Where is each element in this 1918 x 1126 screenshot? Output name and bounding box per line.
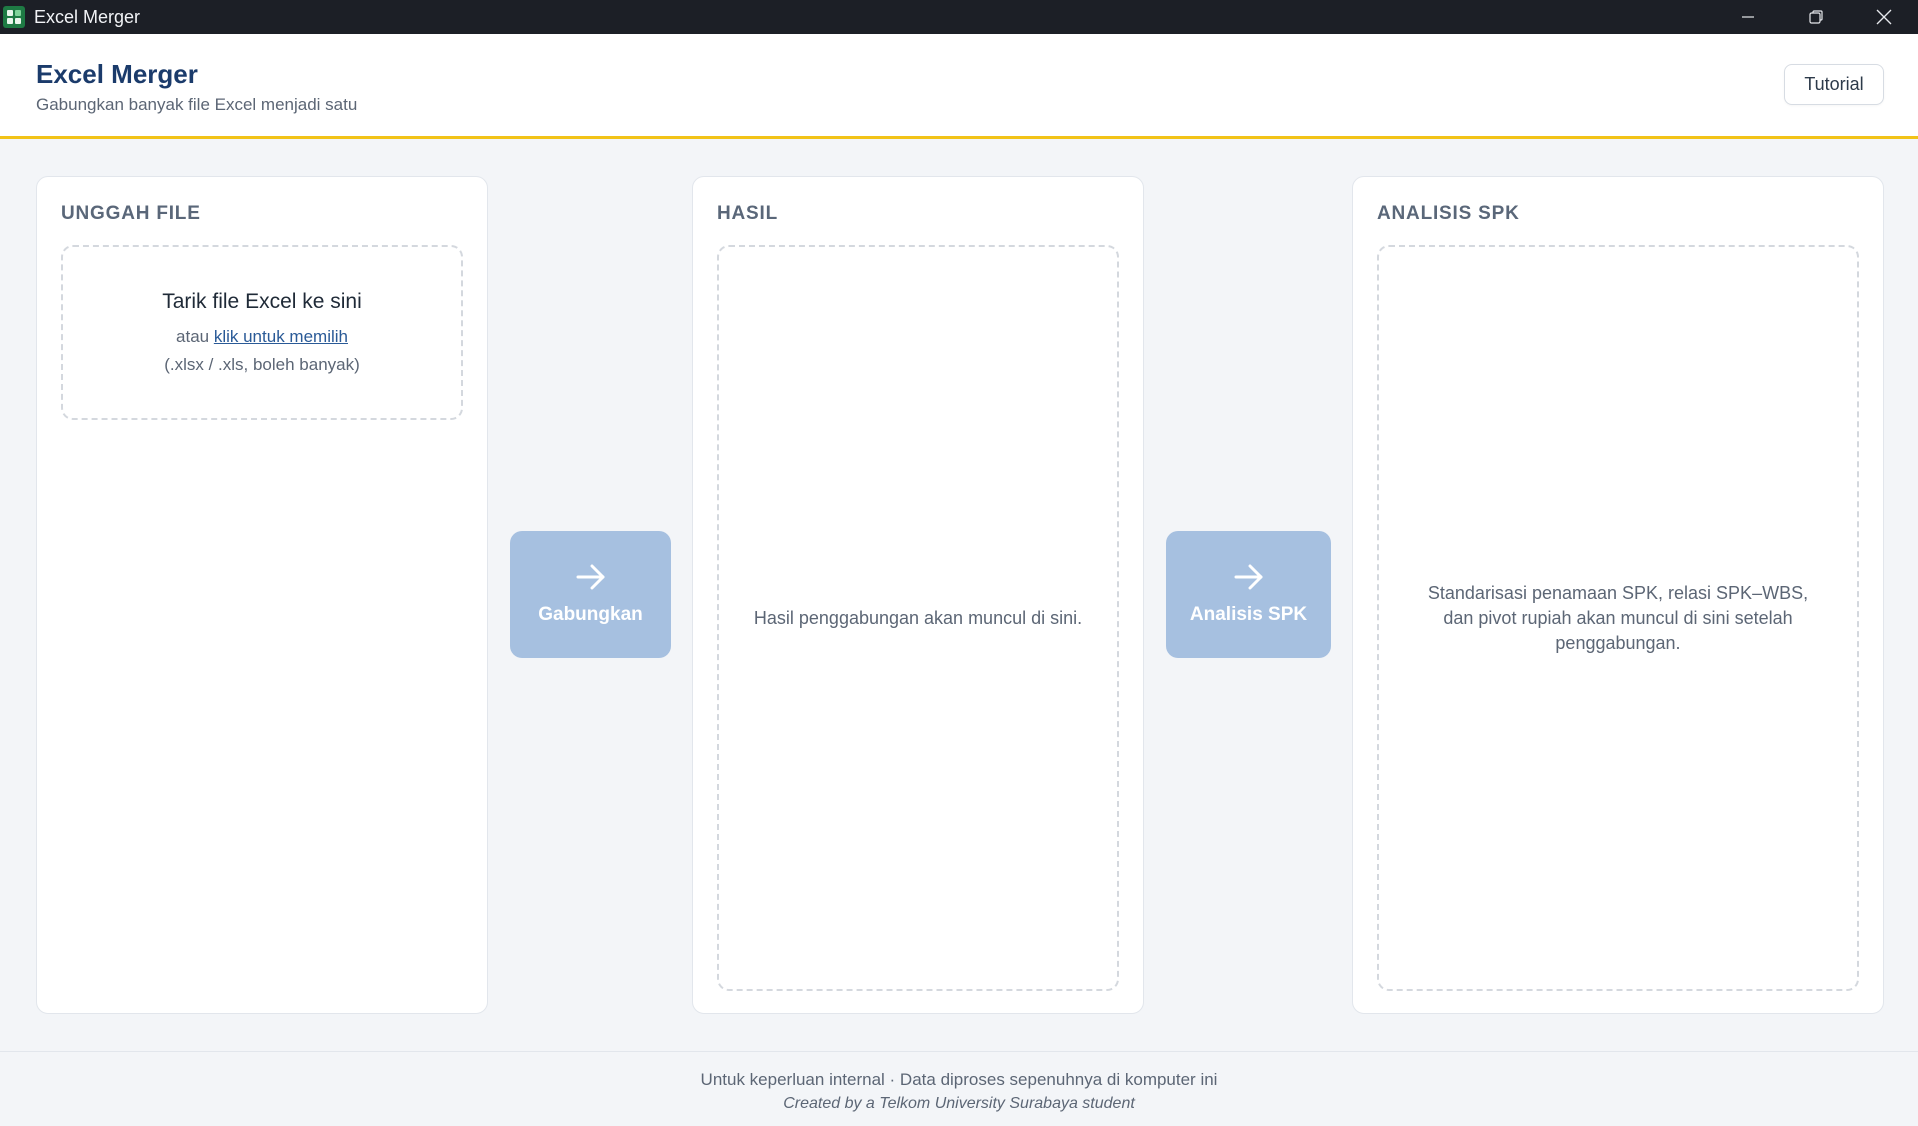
dropzone-title: Tarik file Excel ke sini bbox=[162, 290, 362, 313]
maximize-button[interactable] bbox=[1782, 0, 1850, 34]
close-icon bbox=[1876, 9, 1892, 25]
file-dropzone[interactable]: Tarik file Excel ke sini atau klik untuk… bbox=[61, 245, 463, 420]
app-header: Excel Merger Gabungkan banyak file Excel… bbox=[0, 34, 1918, 139]
dropzone-hint: (.xlsx / .xls, boleh banyak) bbox=[164, 355, 360, 374]
spk-heading: ANALISIS SPK bbox=[1377, 203, 1520, 224]
result-area: Hasil penggabungan akan muncul di sini. bbox=[717, 245, 1119, 991]
result-placeholder: Hasil penggabungan akan muncul di sini. bbox=[753, 607, 1083, 628]
arrow-right-icon bbox=[576, 564, 604, 589]
upload-heading: UNGGAH FILE bbox=[61, 203, 201, 224]
spk-result-area: Standarisasi penamaan SPK, relasi SPK–WB… bbox=[1377, 245, 1859, 991]
window-title: Excel Merger bbox=[34, 6, 141, 27]
result-heading: HASIL bbox=[717, 203, 778, 224]
choose-file-link[interactable]: klik untuk memilih bbox=[214, 327, 348, 346]
minimize-icon bbox=[1742, 16, 1754, 18]
app-subtitle: Gabungkan banyak file Excel menjadi satu bbox=[36, 95, 358, 114]
window-controls bbox=[1714, 0, 1918, 34]
analyze-spk-button-label: Analisis SPK bbox=[1189, 603, 1308, 625]
footer-credit: Created by a Telkom University Surabaya … bbox=[783, 1095, 1135, 1112]
window-titlebar: Excel Merger bbox=[0, 0, 1918, 34]
upload-panel: UNGGAH FILE Tarik file Excel ke sini ata… bbox=[36, 176, 488, 1014]
merge-button-label: Gabungkan bbox=[538, 603, 643, 625]
arrow-right-icon bbox=[1234, 564, 1262, 589]
tutorial-button[interactable]: Tutorial bbox=[1784, 64, 1884, 105]
minimize-button[interactable] bbox=[1714, 0, 1782, 34]
app-footer: Untuk keperluan internal · Data diproses… bbox=[0, 1051, 1918, 1126]
spk-analysis-panel: ANALISIS SPK Standarisasi penamaan SPK, … bbox=[1352, 176, 1884, 1014]
restore-icon bbox=[1809, 10, 1823, 24]
excel-app-icon bbox=[3, 6, 25, 28]
analyze-spk-button[interactable]: Analisis SPK bbox=[1166, 531, 1331, 658]
merge-button[interactable]: Gabungkan bbox=[510, 531, 671, 658]
close-button[interactable] bbox=[1850, 0, 1918, 34]
dropzone-or-text: atau bbox=[176, 327, 214, 346]
dropzone-or-line: atau klik untuk memilih bbox=[63, 327, 461, 347]
app-title: Excel Merger bbox=[36, 59, 198, 89]
result-panel: HASIL Hasil penggabungan akan muncul di … bbox=[692, 176, 1144, 1014]
spk-placeholder: Standarisasi penamaan SPK, relasi SPK–WB… bbox=[1427, 582, 1809, 653]
footer-note: Untuk keperluan internal · Data diproses… bbox=[700, 1070, 1218, 1089]
